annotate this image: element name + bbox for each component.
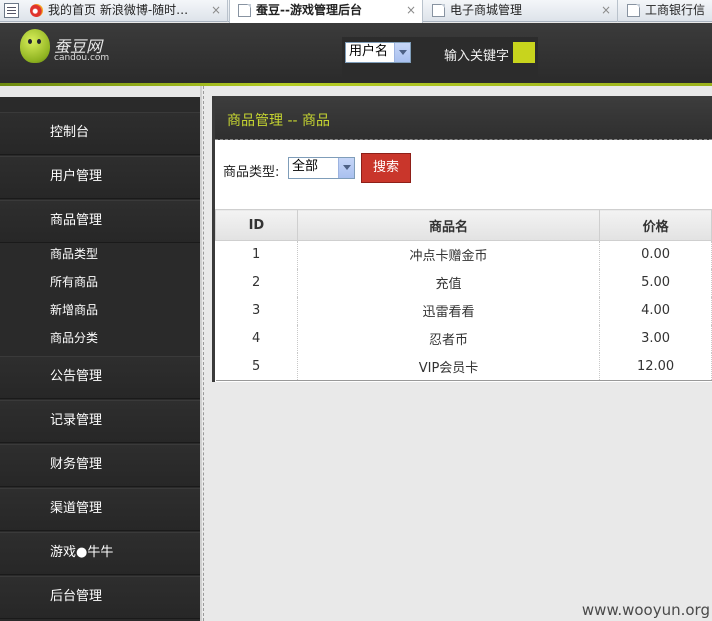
sidebar-item-label: 财务管理: [50, 457, 103, 472]
column-header-name[interactable]: 商品名: [296, 209, 601, 241]
sidebar-divider: [203, 86, 204, 621]
sidebar-item-backend[interactable]: 后台管理: [0, 576, 200, 619]
sidebar-item-finance[interactable]: 财务管理: [0, 444, 200, 487]
filter-bar: 商品类型: 全部 搜索: [215, 141, 712, 209]
cell-name: 充值: [297, 268, 601, 297]
sidebar-item-users[interactable]: 用户管理: [0, 156, 200, 199]
page-favicon-icon: [432, 4, 445, 17]
tab-title: 蚕豆--游戏管理后台: [256, 3, 362, 17]
cell-id: 4: [215, 324, 298, 353]
bean-mascot-icon: [20, 29, 50, 63]
sidebar-subitem-all-products[interactable]: 所有商品: [50, 273, 98, 290]
sidebar-subitem-product-types[interactable]: 商品类型: [50, 245, 98, 262]
cell-id: 5: [215, 352, 298, 381]
cell-name: VIP会员卡: [297, 352, 601, 381]
column-header-id[interactable]: ID: [215, 209, 298, 241]
sidebar-item-products[interactable]: 商品管理: [0, 200, 200, 243]
tab-close-icon[interactable]: ×: [211, 0, 221, 20]
watermark: www.wooyun.org: [581, 601, 710, 619]
cell-id: 1: [215, 240, 298, 269]
browser-tab-weibo[interactable]: 我的首页 新浪微博-随时… ×: [22, 0, 228, 22]
cell-id: 2: [215, 268, 298, 297]
product-type-label: 商品类型:: [223, 165, 280, 180]
sidebar-subitem-product-category[interactable]: 商品分类: [50, 329, 98, 346]
tab-title: 工商银行信: [645, 3, 706, 17]
sidebar-subitem-new-product[interactable]: 新增商品: [50, 301, 98, 318]
cell-name: 迅雷看看: [297, 296, 601, 325]
table-header-row: ID 商品名 价格: [215, 209, 712, 241]
table-row[interactable]: 3 迅雷看看 4.00: [215, 296, 712, 325]
sidebar-item-label: 控制台: [50, 125, 90, 140]
sidebar-item-label: 渠道管理: [50, 501, 103, 516]
sidebar-item-channels[interactable]: 渠道管理: [0, 488, 200, 531]
sidebar-item-label: 后台管理: [50, 589, 103, 604]
tab-title: 电子商城管理: [450, 3, 523, 17]
cell-name: 冲点卡赠金币: [297, 240, 601, 269]
cell-price: 4.00: [599, 296, 712, 325]
search-field-value: 用户名: [349, 44, 389, 59]
page-title: 商品管理 -- 商品: [227, 113, 331, 129]
cell-price: 0.00: [599, 240, 712, 269]
table-row[interactable]: 5 VIP会员卡 12.00: [215, 352, 712, 381]
table-row[interactable]: 4 忍者币 3.00: [215, 324, 712, 353]
table-row[interactable]: 1 冲点卡赠金币 0.00: [215, 240, 712, 269]
browser-tab-icbc[interactable]: 工商银行信: [619, 0, 712, 22]
table-row[interactable]: 2 充值 5.00: [215, 268, 712, 297]
product-table: ID 商品名 价格 1 冲点卡赠金币 0.00 2 充值 5.00 3 迅雷看看…: [215, 209, 712, 381]
main-panel: 商品管理 -- 商品 商品类型: 全部 搜索 ID 商品名 价格 1 冲点卡赠金…: [212, 96, 712, 382]
weibo-favicon-icon: [30, 4, 43, 17]
chevron-down-icon[interactable]: [338, 158, 354, 178]
keyword-input[interactable]: [513, 42, 535, 63]
tab-title: 我的首页 新浪微博-随时…: [48, 3, 189, 17]
cell-id: 3: [215, 296, 298, 325]
page-menu-icon[interactable]: [4, 3, 19, 18]
sidebar-item-records[interactable]: 记录管理: [0, 400, 200, 443]
browser-tab-strip: 我的首页 新浪微博-随时… × 蚕豆--游戏管理后台 × 电子商城管理 × 工商…: [0, 0, 712, 23]
sidebar-item-label: 用户管理: [50, 169, 103, 184]
sidebar-item-dashboard[interactable]: 控制台: [0, 112, 200, 155]
browser-tab-mall[interactable]: 电子商城管理 ×: [424, 0, 618, 22]
cell-price: 3.00: [599, 324, 712, 353]
search-button[interactable]: 搜索: [361, 153, 411, 183]
sidebar: 控制台 用户管理 商品管理 商品类型 所有商品 新增商品 商品分类 公告管理 记…: [0, 86, 202, 621]
chevron-down-icon[interactable]: [394, 43, 410, 62]
page-favicon-icon: [238, 4, 251, 17]
product-type-value: 全部: [292, 159, 319, 174]
sidebar-item-label: 商品管理: [50, 213, 103, 228]
search-panel: 用户名 输入关键字: [342, 37, 538, 83]
site-header: 蚕豆网 candou.com 用户名 输入关键字: [0, 23, 712, 83]
column-header-price[interactable]: 价格: [599, 209, 712, 241]
keyword-label: 输入关键字: [444, 49, 510, 64]
panel-header: 商品管理 -- 商品: [215, 96, 712, 140]
sidebar-item-notices[interactable]: 公告管理: [0, 356, 200, 399]
page-favicon-icon: [627, 4, 640, 17]
browser-tab-candou[interactable]: 蚕豆--游戏管理后台 ×: [229, 0, 423, 23]
tab-close-icon[interactable]: ×: [406, 0, 416, 20]
sidebar-item-label: 公告管理: [50, 369, 103, 384]
site-logo[interactable]: 蚕豆网 candou.com: [20, 27, 110, 79]
tab-close-icon[interactable]: ×: [601, 0, 611, 20]
sidebar-item-game-niuniu[interactable]: 游戏●牛牛: [0, 532, 200, 575]
search-field-select[interactable]: 用户名: [345, 42, 411, 63]
cell-price: 12.00: [599, 352, 712, 381]
product-type-select[interactable]: 全部: [288, 157, 355, 179]
cell-price: 5.00: [599, 268, 712, 297]
sidebar-item-label: 记录管理: [50, 413, 103, 428]
cell-name: 忍者币: [297, 324, 601, 353]
sidebar-item-label: 游戏●牛牛: [50, 545, 114, 560]
logo-domain: candou.com: [54, 53, 110, 63]
